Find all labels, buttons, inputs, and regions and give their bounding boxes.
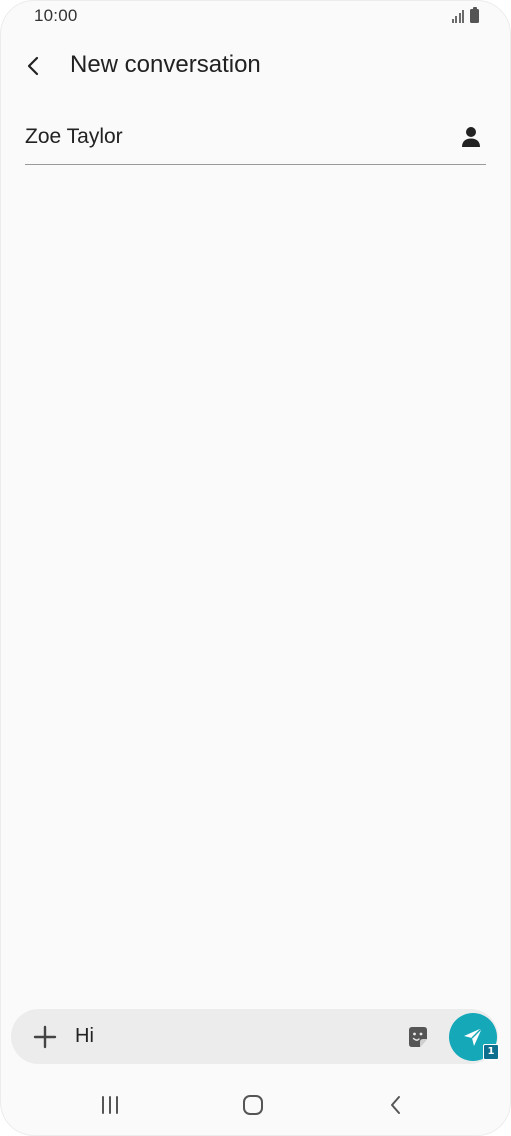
recipient-value[interactable]: Zoe Taylor <box>25 125 123 149</box>
sticker-button[interactable] <box>405 1024 431 1050</box>
send-icon <box>464 1027 483 1046</box>
home-button[interactable] <box>233 1088 273 1122</box>
home-icon <box>243 1095 263 1115</box>
nav-back-button[interactable] <box>376 1088 416 1122</box>
contact-picker-button[interactable] <box>456 122 486 152</box>
message-composer: 1 <box>11 1009 499 1064</box>
page-title: New conversation <box>70 51 261 78</box>
send-button[interactable]: 1 <box>449 1013 499 1061</box>
status-icons <box>451 7 479 23</box>
sim-badge: 1 <box>483 1044 499 1060</box>
app-header: New conversation <box>0 40 511 94</box>
signal-icon <box>451 9 464 23</box>
status-bar: 10:00 <box>0 0 511 34</box>
phone-screen: 10:00 New conversation Zoe Taylor Hi 1 <box>0 0 511 1136</box>
plus-icon <box>33 1025 57 1049</box>
battery-icon <box>470 7 479 23</box>
back-button[interactable] <box>14 46 54 86</box>
navigation-bar <box>0 1080 511 1130</box>
recipient-field[interactable]: Zoe Taylor <box>25 112 486 165</box>
recent-apps-button[interactable] <box>90 1088 130 1122</box>
sticker-icon <box>409 1027 427 1047</box>
recent-apps-icon <box>102 1096 118 1114</box>
status-time: 10:00 <box>34 6 78 25</box>
contact-person-icon <box>462 127 480 147</box>
message-input[interactable] <box>75 1021 385 1051</box>
add-attachment-button[interactable] <box>31 1023 59 1051</box>
back-arrow-icon <box>27 56 39 76</box>
back-icon <box>391 1096 400 1114</box>
